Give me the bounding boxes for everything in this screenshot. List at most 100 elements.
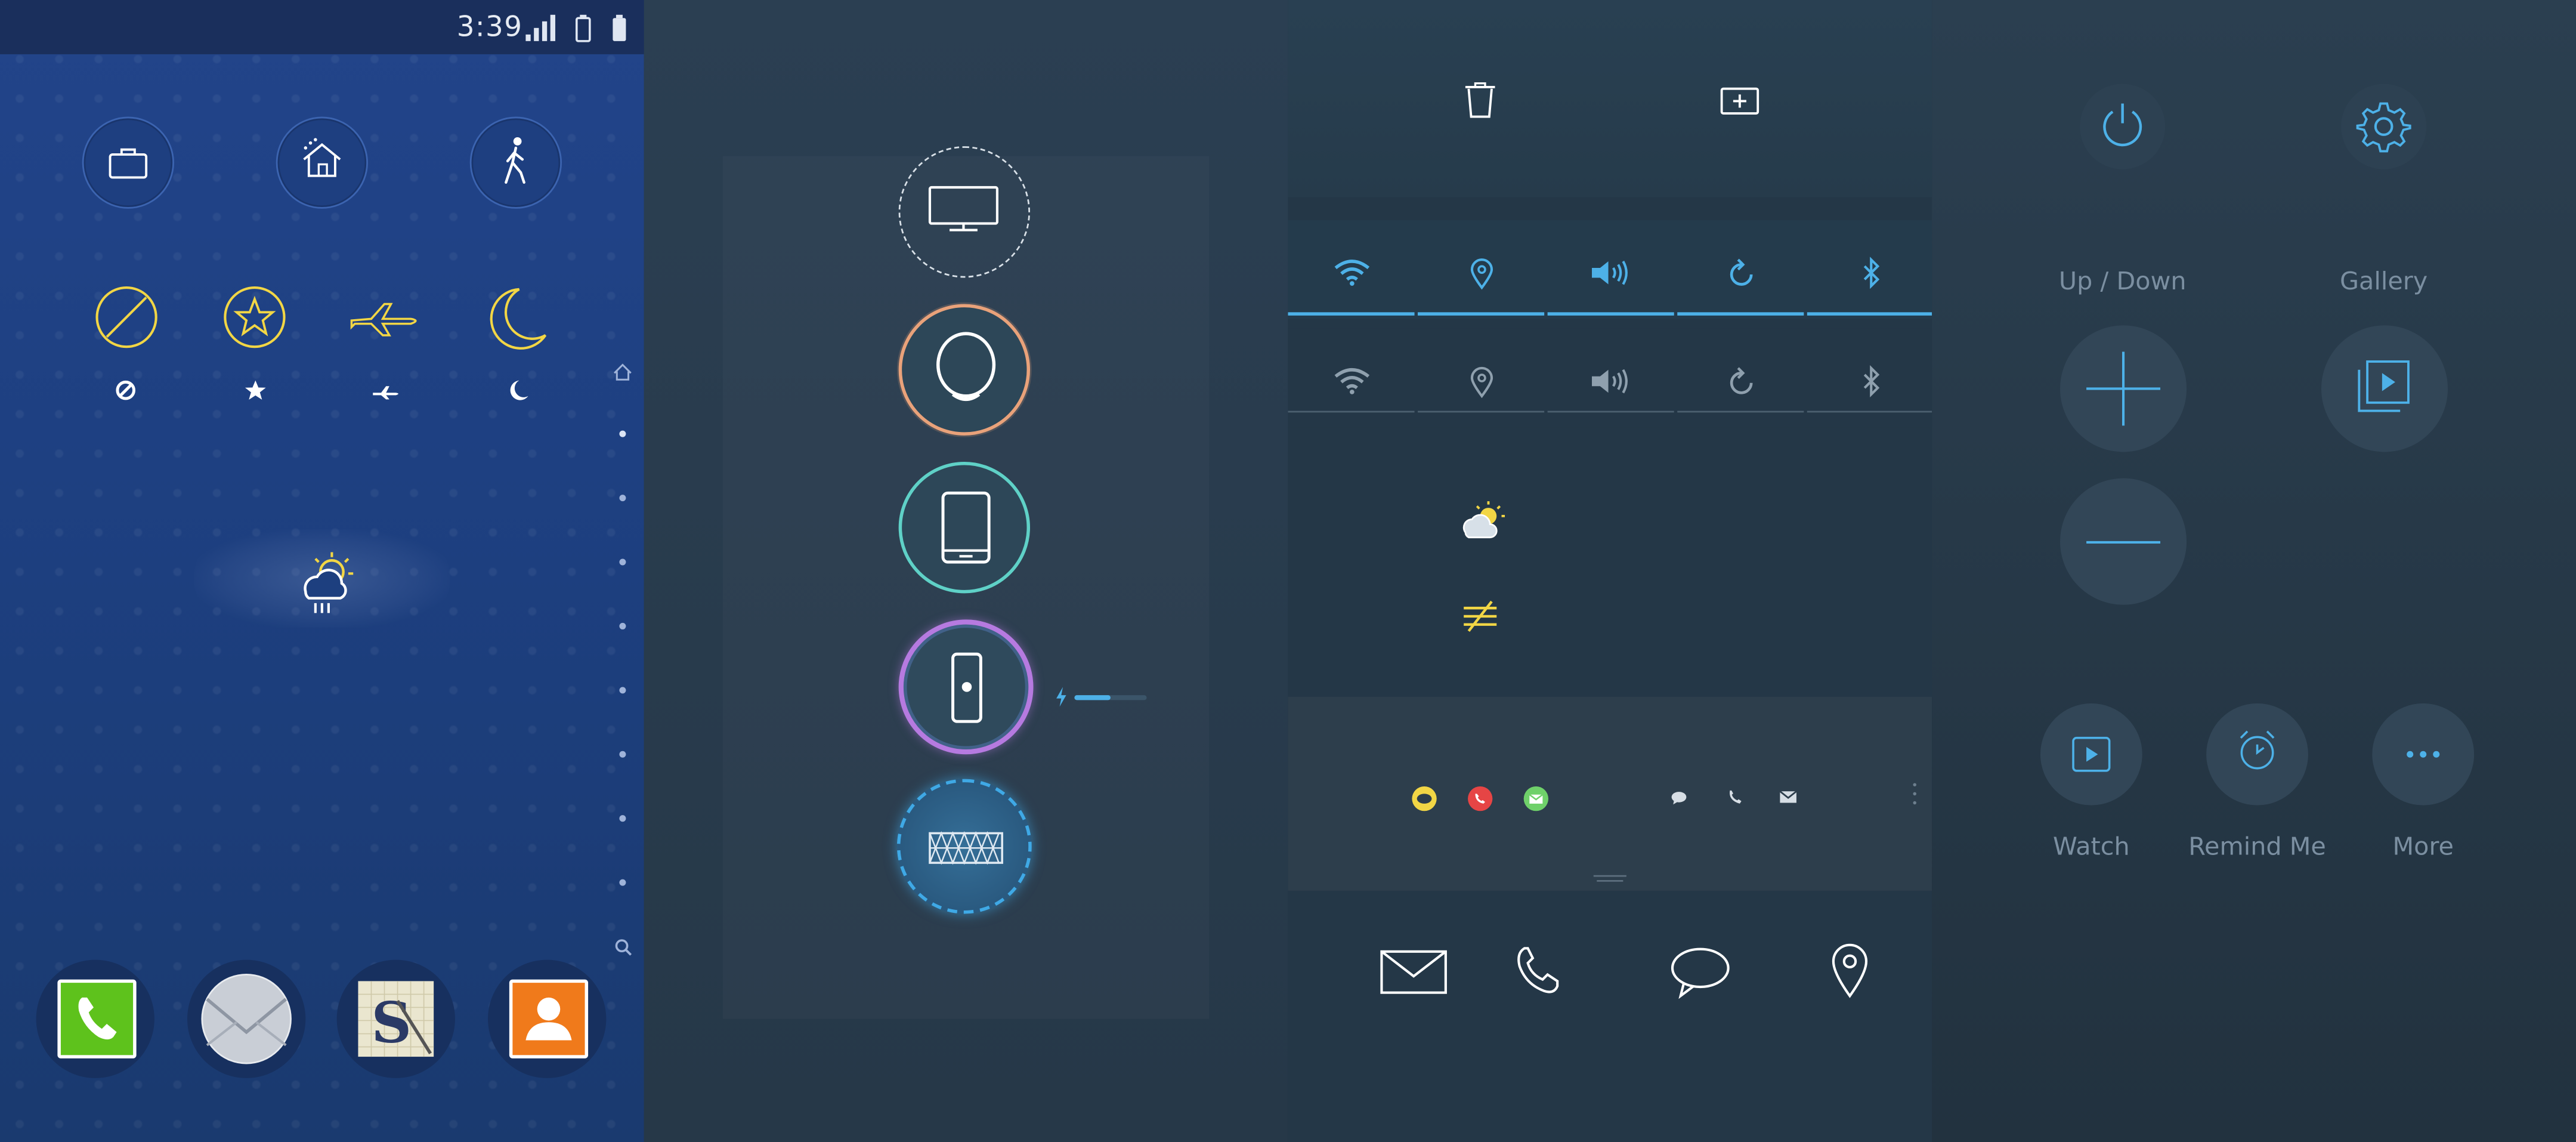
device-picker-panel [644,0,1288,1142]
drag-handle-icon[interactable] [1593,874,1626,882]
weather-rain-sun-icon [296,549,358,615]
power-icon [2099,102,2145,152]
message-small-icon[interactable] [1671,791,1687,805]
phone-icon[interactable] [1515,945,1561,995]
charging-bolt-icon [1054,687,1068,707]
phone-app-icon[interactable] [57,979,137,1058]
home-mode-button[interactable] [276,116,368,209]
phone-device-icon [951,652,984,724]
moon-icon[interactable] [490,286,549,351]
message-dot-icon[interactable] [1411,786,1437,812]
moon-small-icon [509,379,529,401]
s-note-app-icon[interactable]: S [358,981,437,1060]
minus-icon [2086,541,2161,544]
sound-toggle-active[interactable] [1547,253,1674,316]
email-small-icon[interactable] [1779,791,1797,804]
more-dots-icon [2405,749,2441,760]
airplane-small-icon [371,385,401,400]
page-dot[interactable] [619,558,626,566]
contacts-app-icon[interactable] [509,979,589,1058]
briefcase-icon [109,144,148,181]
more-label: More [2392,831,2454,862]
add-screen-icon[interactable] [1720,87,1759,117]
watch-button[interactable] [2040,703,2142,805]
map-pin-icon[interactable] [1830,943,1869,999]
bluetooth-icon [1861,257,1881,289]
wifi-icon [1334,368,1371,394]
battery-outline-icon [575,13,592,43]
speaker-device-button[interactable] [896,779,1032,914]
rotate-icon [1727,367,1756,398]
call-small-icon[interactable] [1727,789,1743,805]
quick-settings-header [1288,0,1932,197]
toggle-row-inactive [1288,328,1932,428]
charge-progress-bar [1074,695,1147,700]
signal-icon [525,14,558,41]
volume-up-button[interactable] [2060,325,2187,452]
page-dot[interactable] [619,495,626,502]
no-entry-icon[interactable] [95,286,158,348]
call-dot-icon[interactable] [1467,786,1493,812]
email-app-icon[interactable] [200,973,292,1065]
remind-me-button[interactable] [2206,703,2308,805]
bluetooth-toggle-inactive[interactable] [1807,351,1932,413]
tv-icon [928,186,1000,235]
page-dot[interactable] [619,815,626,822]
tablet-device-button[interactable] [898,461,1031,594]
wifi-toggle-active[interactable] [1288,253,1415,316]
page-home-icon[interactable] [613,363,632,381]
gallery-button[interactable] [2321,325,2448,452]
notification-bar [1288,696,1932,891]
page-dot[interactable] [619,622,626,629]
plus-icon [2086,351,2161,426]
overflow-menu-icon[interactable] [1912,782,1917,805]
video-play-icon [2071,736,2111,773]
location-toggle-inactive[interactable] [1418,351,1545,413]
watch-icon [935,332,997,408]
email-dot-icon[interactable] [1523,786,1549,812]
speaker-icon [928,831,1004,865]
rotate-icon [1727,258,1756,289]
star-icon[interactable] [224,286,286,348]
page-dot[interactable] [619,687,626,694]
no-entry-small-icon [115,379,137,401]
status-bar: 3:39 [0,0,644,54]
work-mode-button[interactable] [82,116,174,209]
airplane-icon[interactable] [348,299,424,338]
sound-toggle-inactive[interactable] [1547,351,1674,413]
wifi-toggle-inactive[interactable] [1288,351,1415,413]
weather-sun-cloud-icon[interactable] [1459,499,1511,542]
tablet-icon [941,491,991,564]
page-dot-active[interactable] [619,430,626,437]
phone-device-button[interactable] [898,619,1034,755]
watch-label: Watch [2053,831,2130,862]
battery-icon [611,13,628,43]
page-dot[interactable] [619,751,626,758]
trash-icon[interactable] [1464,82,1496,119]
home-icon [298,137,347,183]
toggle-row-active [1288,220,1932,319]
settings-button[interactable] [2341,84,2427,169]
location-icon [1470,258,1493,290]
power-button[interactable] [2080,84,2166,169]
more-button[interactable] [2372,703,2475,805]
charge-progress-fill [1074,695,1111,700]
no-notes-icon[interactable] [1462,600,1498,632]
tv-device-button[interactable] [898,146,1031,278]
search-icon[interactable] [614,939,632,956]
watch-device-button[interactable] [898,304,1031,436]
walking-mode-button[interactable] [469,116,562,209]
gallery-play-icon [2358,360,2417,419]
settings-icon [2356,100,2411,153]
page-dot[interactable] [619,879,626,886]
bluetooth-toggle-active[interactable] [1807,253,1932,316]
wifi-icon [1334,260,1371,286]
envelope-icon[interactable] [1380,950,1449,996]
chat-bubble-icon[interactable] [1669,947,1731,999]
rotate-toggle-active[interactable] [1677,253,1804,316]
weather-widget[interactable] [194,529,450,628]
location-toggle-active[interactable] [1418,253,1545,316]
volume-down-button[interactable] [2060,478,2187,605]
home-screen-panel: 3:39 S [0,0,644,1142]
rotate-toggle-inactive[interactable] [1677,351,1804,413]
